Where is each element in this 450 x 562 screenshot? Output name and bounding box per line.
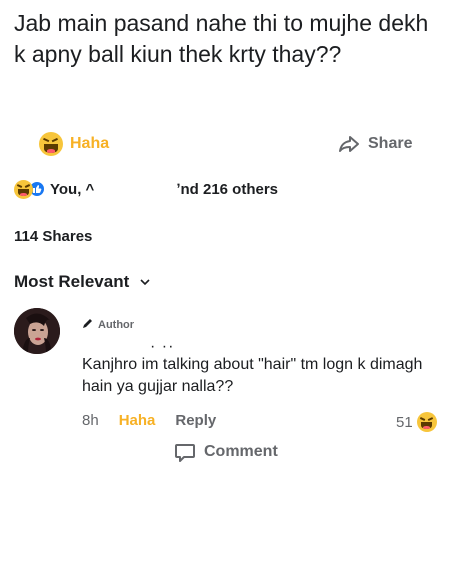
haha-emoji-icon <box>416 412 437 432</box>
comment-label: Comment <box>204 443 278 460</box>
post-text: Jab main pasand nahe thi to mujhe dekh k… <box>14 10 429 67</box>
comment-reaction-count[interactable]: 51 <box>396 412 437 432</box>
comment-sort-dropdown[interactable]: Most Relevant <box>14 272 151 292</box>
author-badge: Author <box>82 318 134 332</box>
author-label: Author <box>98 319 135 331</box>
post-actions-bar: Haha Comment Share <box>0 128 450 462</box>
sort-label: Most Relevant <box>14 272 130 291</box>
comment-meta-row: 8h Haha Reply <box>82 412 216 429</box>
haha-emoji-icon <box>38 131 64 157</box>
comment-reply-button[interactable]: Reply <box>175 412 216 429</box>
share-arrow-icon <box>336 131 362 157</box>
comment-time[interactable]: 8h <box>82 412 99 429</box>
reactions-summary[interactable]: You, ^ ʼnd 216 others <box>14 178 278 200</box>
haha-emoji-icon <box>14 179 33 199</box>
reaction-names-right: ʼnd 216 others <box>176 180 279 198</box>
reaction-count-value: 51 <box>396 413 413 431</box>
avatar[interactable] <box>14 308 60 354</box>
haha-label: Haha <box>70 135 110 152</box>
comment-text: Kanjhro im talking about "hair" tm logn … <box>82 356 423 395</box>
comment-button[interactable]: Comment <box>172 436 450 468</box>
pencil-icon <box>82 318 93 332</box>
reaction-names-left: You, ^ <box>50 180 95 198</box>
comment-bubble-icon <box>172 439 198 465</box>
redacted-area <box>94 180 177 198</box>
comment-haha-button[interactable]: Haha <box>119 412 156 429</box>
share-button[interactable]: Share <box>336 128 412 160</box>
shares-count[interactable]: 114 Shares <box>14 228 92 245</box>
chevron-down-icon <box>139 276 151 288</box>
haha-reaction-button[interactable]: Haha <box>38 128 109 160</box>
share-label: Share <box>368 135 413 152</box>
